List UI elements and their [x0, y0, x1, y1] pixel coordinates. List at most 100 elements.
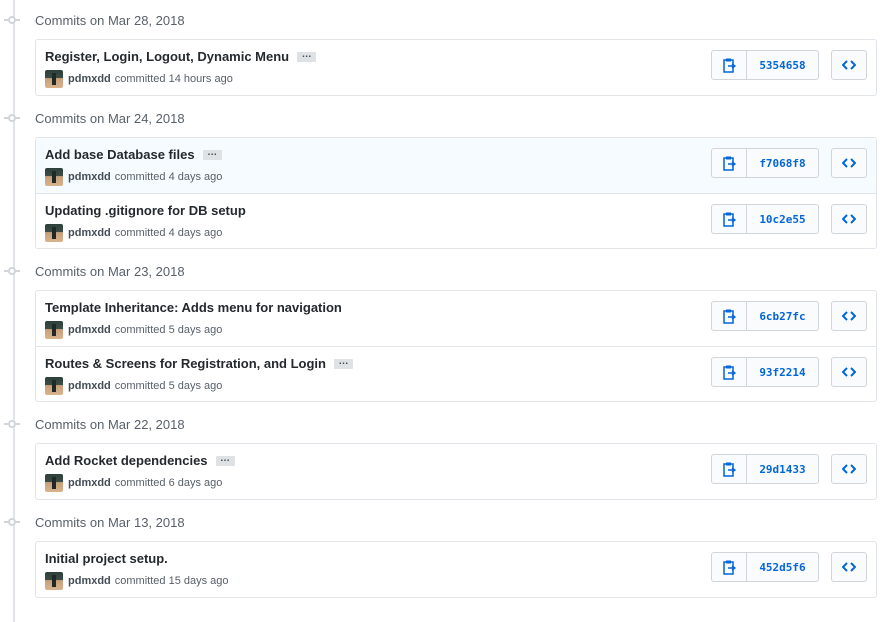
expand-message-button[interactable]: …: [215, 453, 235, 466]
sha-button-group: 5354658: [711, 50, 819, 80]
copy-sha-button[interactable]: [712, 149, 747, 177]
commit-sha-link[interactable]: 5354658: [747, 51, 818, 79]
avatar[interactable]: [45, 70, 63, 88]
commit-sha-link[interactable]: 6cb27fc: [747, 302, 818, 330]
copy-sha-button[interactable]: [712, 455, 747, 483]
commit-node-icon: [4, 420, 20, 428]
commit-group-list: Initial project setup. pdmxdd committed 1…: [35, 541, 877, 598]
commit-action: committed: [114, 227, 166, 239]
commit-message-link[interactable]: Add base Database files: [45, 147, 195, 162]
avatar[interactable]: [45, 224, 63, 242]
copy-sha-button[interactable]: [712, 302, 747, 330]
copy-sha-button[interactable]: [712, 358, 747, 386]
sha-button-group: 452d5f6: [711, 552, 819, 582]
commit-row: Initial project setup. pdmxdd committed 1…: [36, 542, 876, 597]
copy-sha-button[interactable]: [712, 51, 747, 79]
expand-message-button[interactable]: …: [202, 147, 222, 160]
commit-time: 4 days ago: [168, 171, 223, 183]
browse-repo-button[interactable]: [831, 204, 867, 234]
commit-row: Register, Login, Logout, Dynamic Menu … p…: [36, 40, 876, 95]
sha-button-group: 29d1433: [711, 454, 819, 484]
commit-row: Add Rocket dependencies … pdmxdd committed…: [36, 444, 876, 499]
commit-group-list: Register, Login, Logout, Dynamic Menu … p…: [35, 39, 877, 96]
commit-time: 6 days ago: [168, 477, 223, 489]
browse-repo-button[interactable]: [831, 148, 867, 178]
expand-message-button[interactable]: …: [297, 49, 317, 62]
clipboard-icon: [722, 212, 736, 227]
avatar[interactable]: [45, 168, 63, 186]
commit-row: Add base Database files … pdmxdd committed…: [36, 138, 876, 193]
author-link[interactable]: pdmxdd: [68, 171, 111, 183]
commit-row: Updating .gitignore for DB setup pdmxdd c…: [36, 193, 876, 248]
sha-button-group: 93f2214: [711, 357, 819, 387]
commit-time: 5 days ago: [168, 324, 223, 336]
expand-message-button[interactable]: …: [333, 356, 353, 369]
commit-group-date: Commits on Mar 13, 2018: [35, 515, 185, 530]
commit-message-link[interactable]: Add Rocket dependencies: [45, 453, 208, 468]
code-brackets-icon: [842, 60, 856, 70]
commit-node-icon: [4, 267, 20, 275]
commit-time: 4 days ago: [168, 227, 223, 239]
browse-repo-button[interactable]: [831, 357, 867, 387]
commit-sha-link[interactable]: 10c2e55: [747, 205, 818, 233]
browse-repo-button[interactable]: [831, 454, 867, 484]
commit-sha-link[interactable]: f7068f8: [747, 149, 818, 177]
commit-group-list: Template Inheritance: Adds menu for navi…: [35, 290, 877, 402]
commit-group-date: Commits on Mar 24, 2018: [35, 111, 185, 126]
clipboard-icon: [722, 309, 736, 324]
author-link[interactable]: pdmxdd: [68, 380, 111, 392]
author-link[interactable]: pdmxdd: [68, 73, 111, 85]
commit-time: 14 hours ago: [168, 73, 233, 85]
code-brackets-icon: [842, 367, 856, 377]
commit-time: 15 days ago: [168, 575, 229, 587]
commit-message-link[interactable]: Register, Login, Logout, Dynamic Menu: [45, 49, 289, 64]
clipboard-icon: [722, 58, 736, 73]
sha-button-group: 6cb27fc: [711, 301, 819, 331]
commit-group-date: Commits on Mar 22, 2018: [35, 417, 185, 432]
code-brackets-icon: [842, 562, 856, 572]
code-brackets-icon: [842, 464, 856, 474]
commit-row: Routes & Screens for Registration, and L…: [36, 346, 876, 401]
commit-group-list: Add base Database files… pdmxdd committed…: [35, 137, 877, 249]
commit-action: committed: [114, 171, 166, 183]
code-brackets-icon: [842, 158, 856, 168]
author-link[interactable]: pdmxdd: [68, 477, 111, 489]
commit-action: committed: [114, 575, 166, 587]
commit-message-link[interactable]: Initial project setup.: [45, 551, 168, 566]
commit-row: Template Inheritance: Adds menu for navi…: [36, 291, 876, 346]
commit-message-link[interactable]: Updating .gitignore for DB setup: [45, 203, 246, 218]
commit-group-date: Commits on Mar 23, 2018: [35, 264, 185, 279]
clipboard-icon: [722, 156, 736, 171]
clipboard-icon: [722, 560, 736, 575]
author-link[interactable]: pdmxdd: [68, 575, 111, 587]
browse-repo-button[interactable]: [831, 301, 867, 331]
commit-time: 5 days ago: [168, 380, 223, 392]
commit-sha-link[interactable]: 29d1433: [747, 455, 818, 483]
avatar[interactable]: [45, 474, 63, 492]
browse-repo-button[interactable]: [831, 552, 867, 582]
commit-message-link[interactable]: Template Inheritance: Adds menu for navi…: [45, 300, 342, 315]
timeline-line: [13, 0, 15, 622]
avatar[interactable]: [45, 377, 63, 395]
commit-message-link[interactable]: Routes & Screens for Registration, and L…: [45, 356, 326, 371]
commit-node-icon: [4, 518, 20, 526]
author-link[interactable]: pdmxdd: [68, 227, 111, 239]
avatar[interactable]: [45, 321, 63, 339]
copy-sha-button[interactable]: [712, 205, 747, 233]
sha-button-group: f7068f8: [711, 148, 819, 178]
commit-action: committed: [114, 380, 166, 392]
commit-sha-link[interactable]: 452d5f6: [747, 553, 818, 581]
commit-action: committed: [114, 324, 166, 336]
code-brackets-icon: [842, 311, 856, 321]
code-brackets-icon: [842, 214, 856, 224]
sha-button-group: 10c2e55: [711, 204, 819, 234]
commit-node-icon: [4, 114, 20, 122]
commit-action: committed: [114, 73, 166, 85]
commit-group-list: Add Rocket dependencies … pdmxdd committed…: [35, 443, 877, 500]
commit-action: committed: [114, 477, 166, 489]
browse-repo-button[interactable]: [831, 50, 867, 80]
avatar[interactable]: [45, 572, 63, 590]
author-link[interactable]: pdmxdd: [68, 324, 111, 336]
copy-sha-button[interactable]: [712, 553, 747, 581]
commit-sha-link[interactable]: 93f2214: [747, 358, 818, 386]
